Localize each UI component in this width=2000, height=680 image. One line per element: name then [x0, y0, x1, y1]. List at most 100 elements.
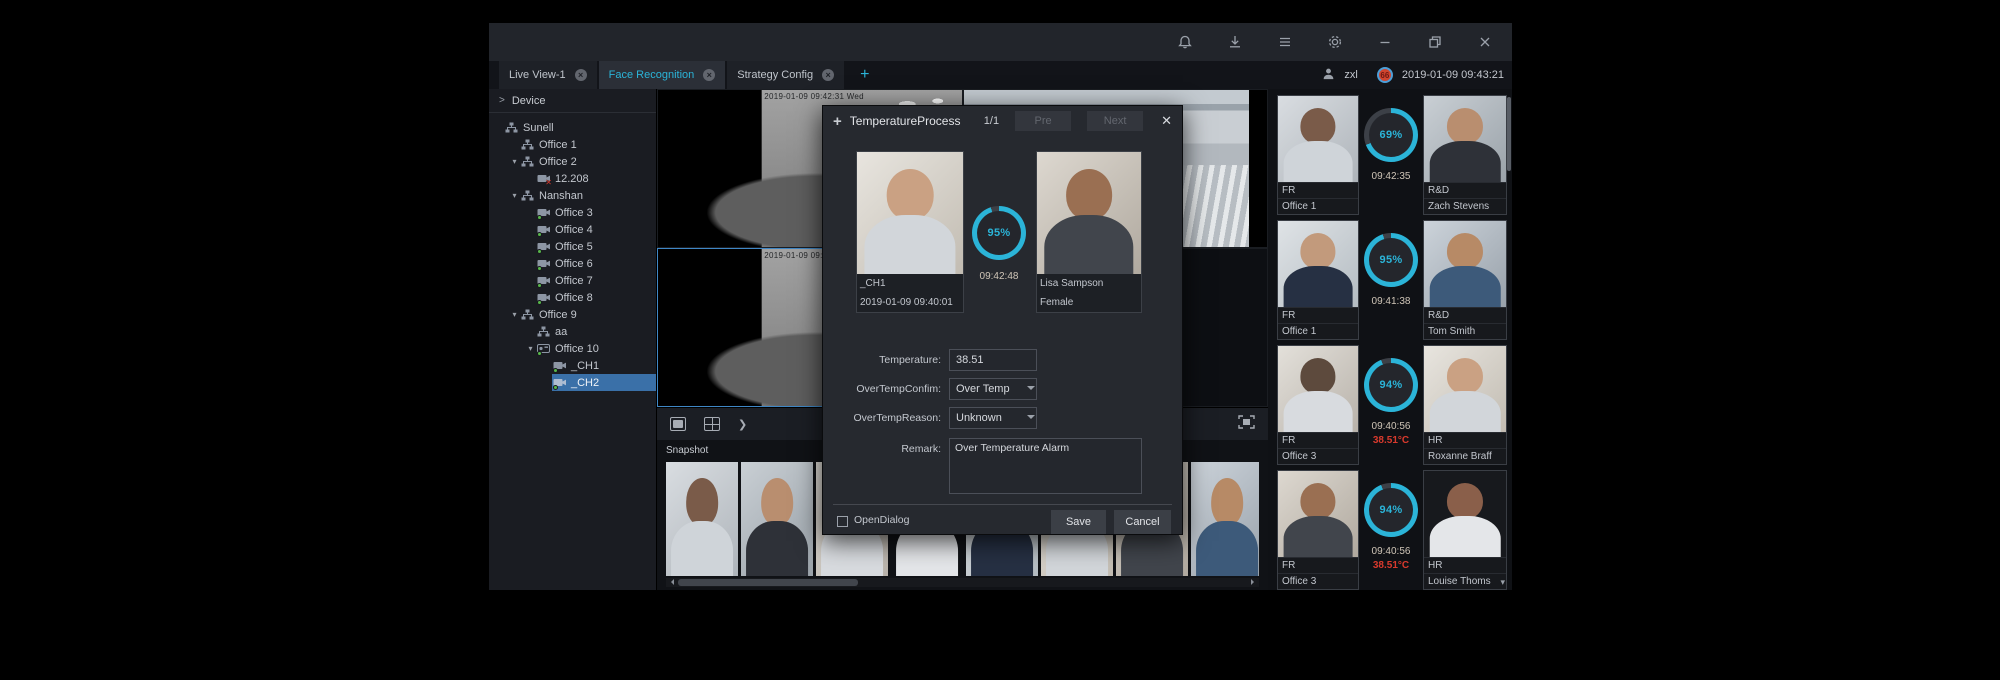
tab-close-icon[interactable]: × [703, 69, 715, 81]
menu-icon[interactable] [1276, 33, 1294, 51]
restore-icon[interactable] [1426, 33, 1444, 51]
layout-more-icon[interactable]: ❯ [738, 418, 747, 431]
tree-item-office-6[interactable]: Office 6 [489, 255, 656, 272]
single-view-icon[interactable] [670, 417, 686, 431]
gear-icon[interactable] [1326, 33, 1344, 51]
temperature-input[interactable]: 38.51 [949, 349, 1037, 371]
device-panel-header[interactable]: > Device [489, 89, 656, 113]
close-icon[interactable] [1476, 33, 1494, 51]
similarity-value: 69% [1369, 113, 1413, 157]
device-sidebar: > Device Sunell Office 1 ▾Office 2 ✕12.2… [489, 89, 657, 590]
scroll-right-icon[interactable] [1251, 579, 1257, 585]
tree-item-office-3[interactable]: Office 3 [489, 204, 656, 221]
matched-face-image [1424, 96, 1506, 182]
panel-scrollbar-thumb[interactable] [1507, 97, 1511, 171]
tab-face-recognition[interactable]: Face Recognition × [599, 61, 726, 89]
bell-icon[interactable] [1176, 33, 1194, 51]
match-card[interactable]: R&D Tom Smith [1423, 220, 1507, 340]
snapshot-thumb[interactable] [666, 462, 738, 576]
capture-channel: _CH1 [857, 274, 963, 293]
username: zxl [1344, 69, 1357, 81]
snapshot-thumb[interactable] [1191, 462, 1259, 576]
tree-item-office-9[interactable]: ▾ Office 9 [489, 306, 656, 323]
alarm-count-badge[interactable]: 66 [1377, 67, 1393, 83]
matched-person-card: Lisa Sampson Female [1036, 151, 1142, 313]
dialog-close-icon[interactable]: ✕ [1161, 113, 1172, 129]
tree-item-12-208[interactable]: ✕12.208 [489, 170, 656, 187]
tree-item-office-7[interactable]: Office 7 [489, 272, 656, 289]
matched-person-image [1037, 152, 1141, 274]
capture-datetime: 2019-01-09 09:40:01 [857, 293, 963, 312]
over-temp-confirm-select[interactable]: Over Temp [949, 378, 1037, 400]
tab-strategy-config[interactable]: Strategy Config × [727, 61, 844, 89]
title-bar [489, 23, 1512, 61]
tree-item-office-5[interactable]: Office 5 [489, 238, 656, 255]
snapshot-thumb[interactable] [741, 462, 813, 576]
snapshot-scrollbar[interactable] [666, 578, 1259, 587]
tab-close-icon[interactable]: × [822, 69, 834, 81]
next-button[interactable]: Next [1087, 111, 1143, 131]
over-temp-reason-select[interactable]: Unknown [949, 407, 1037, 429]
capture-card[interactable]: FR Office 1 [1277, 95, 1359, 215]
camera-icon [553, 377, 567, 389]
camera-icon [537, 258, 551, 270]
capture-time: 09:42:35 [1372, 171, 1411, 182]
minimize-icon[interactable] [1376, 33, 1394, 51]
match-card[interactable]: R&D Zach Stevens [1423, 95, 1507, 215]
tab-live-view[interactable]: Live View-1 × [499, 61, 597, 89]
match-time: 09:42:48 [968, 271, 1030, 282]
tree-label: _CH2 [571, 377, 599, 389]
download-icon[interactable] [1226, 33, 1244, 51]
capture-time: 09:40:56 [1372, 546, 1411, 557]
scroll-more-icon[interactable]: ▾ [1500, 577, 1505, 588]
camera-icon [537, 224, 551, 236]
expand-arrow-icon[interactable]: ▾ [509, 310, 520, 319]
open-dialog-checkbox[interactable] [837, 516, 848, 527]
grid-view-icon[interactable] [704, 417, 720, 431]
captured-face-image [1278, 471, 1358, 557]
cancel-button[interactable]: Cancel [1114, 510, 1171, 534]
tree-item-sunell[interactable]: Sunell [489, 119, 656, 136]
capture-card[interactable]: FR Office 1 [1277, 220, 1359, 340]
temperature-process-dialog: + TemperatureProcess 1/1 Pre Next ✕ _CH1… [822, 105, 1183, 535]
site-icon [521, 309, 535, 321]
capture-snapshot-image [857, 152, 963, 274]
remark-textarea[interactable]: Over Temperature Alarm [949, 438, 1142, 494]
match-card[interactable]: HR Roxanne Braff [1423, 345, 1507, 465]
match-card[interactable]: HR Louise Thoms [1423, 470, 1507, 590]
tab-label: Strategy Config [737, 69, 813, 81]
result-row: FR Office 3 94% 09:40:56 38.51°C HR Roxa… [1277, 345, 1506, 465]
chevron-down-icon [1027, 415, 1035, 423]
tree-item-office-8[interactable]: Office 8 [489, 289, 656, 306]
tree-item-office-4[interactable]: Office 4 [489, 221, 656, 238]
fullscreen-icon[interactable] [1238, 415, 1255, 434]
expand-arrow-icon[interactable]: ▾ [509, 157, 520, 166]
scrollbar-thumb[interactable] [678, 579, 858, 586]
similarity-ring: 94% [1364, 483, 1418, 537]
tree-item-office-1[interactable]: Office 1 [489, 136, 656, 153]
new-tab-button[interactable]: + [860, 66, 869, 84]
tree-item-office-2[interactable]: ▾Office 2 [489, 153, 656, 170]
capture-card[interactable]: FR Office 3 [1277, 470, 1359, 590]
tree-label: Office 3 [555, 207, 593, 219]
capture-card[interactable]: FR Office 3 [1277, 345, 1359, 465]
expand-arrow-icon[interactable]: ▾ [509, 191, 520, 200]
scroll-left-icon[interactable] [668, 579, 674, 585]
save-button[interactable]: Save [1051, 510, 1106, 534]
tree-label: aa [555, 326, 567, 338]
app-canvas: Live View-1 × Face Recognition × Strateg… [0, 0, 2000, 680]
similarity-column: 94% 09:40:56 38.51°C [1364, 345, 1418, 465]
tree-item-office-10[interactable]: ▾Office 10 [489, 340, 656, 357]
tree-label: Office 9 [539, 309, 577, 321]
expand-arrow-icon[interactable]: ▾ [525, 344, 536, 353]
tree-item-aa[interactable]: aa [489, 323, 656, 340]
tab-close-icon[interactable]: × [575, 69, 587, 81]
tree-item-nanshan[interactable]: ▾Nanshan [489, 187, 656, 204]
capture-location: Office 3 [1278, 573, 1358, 589]
tree-item-ch2[interactable]: _CH2 [489, 374, 656, 391]
capture-tag: FR [1278, 307, 1358, 323]
capture-tag: FR [1278, 432, 1358, 448]
camera-icon [537, 207, 551, 219]
pre-button[interactable]: Pre [1015, 111, 1071, 131]
tree-item-ch1[interactable]: _CH1 [489, 357, 656, 374]
